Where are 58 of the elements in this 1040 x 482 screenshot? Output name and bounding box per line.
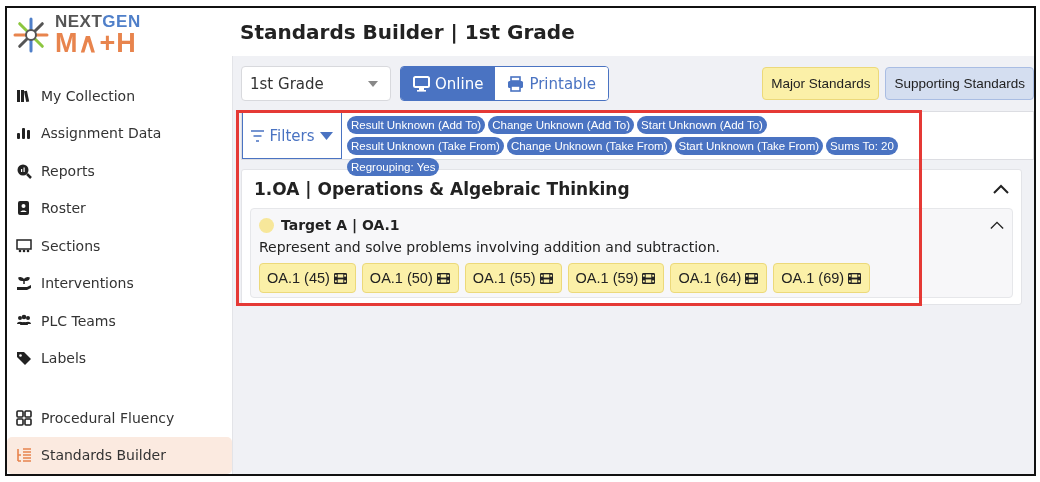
resource-button[interactable]: OA.1 (45) [259,263,356,293]
resource-button[interactable]: OA.1 (59) [567,263,665,293]
sidebar-icon [16,87,32,104]
resource-button[interactable]: OA.1 (50) [361,263,459,293]
sidebar-icon [16,200,32,217]
film-icon [744,271,760,285]
film-icon [847,271,863,285]
filter-chip[interactable]: Change Unknown (Add To) [488,116,635,134]
filter-chip[interactable]: Sums To: 20 [826,137,898,155]
caret-icon [368,80,378,87]
caret-icon [320,129,334,142]
chevron-icon[interactable] [990,220,1004,230]
monitor-icon [413,75,430,92]
filter-chip[interactable]: Start Unknown (Take From) [674,137,824,155]
film-icon [332,271,348,285]
sidebar-icon [16,409,32,426]
filters-button[interactable]: Filters [242,112,342,159]
domain-title: 1.OA | Operations & Algebraic Thinking [254,179,630,199]
sidebar-icon [16,447,32,464]
sidebar-item[interactable]: Interventions [7,264,232,302]
sidebar-item[interactable]: Procedural Fluency [7,399,232,437]
sidebar-item[interactable]: Roster [7,189,232,227]
grade-select[interactable]: 1st Grade [241,66,391,101]
sidebar-item[interactable]: My Collection [7,77,232,115]
view-toggle-button[interactable]: Online [401,67,496,100]
sidebar-icon [16,275,32,292]
sidebar-item[interactable]: Sections [7,227,232,265]
resource-button[interactable]: OA.1 (69) [773,263,871,293]
filter-chip[interactable]: Result Unknown (Add To) [347,116,486,134]
sidebar-item[interactable]: Reports [7,152,232,190]
filter-chip[interactable]: Change Unknown (Take From) [506,137,672,155]
sidebar-icon [16,125,32,142]
chevron-icon[interactable] [993,184,1009,194]
sidebar-item[interactable]: PLC Teams [7,302,232,340]
filter-icon [250,129,264,142]
logo-icon [13,17,49,53]
sidebar-icon [16,350,32,367]
sidebar-icon [16,162,32,179]
legend-tag: Major Standards [762,67,880,100]
sidebar-item[interactable]: Labels [7,339,232,377]
film-icon [641,271,657,285]
page-title: Standards Builder | 1st Grade [239,19,576,46]
view-toggle-button[interactable]: Printable [495,67,608,100]
film-icon [538,271,554,285]
resource-button[interactable]: OA.1 (55) [464,263,562,293]
filter-chip[interactable]: Result Unknown (Take From) [347,137,504,155]
sidebar-item[interactable]: Standards Builder [7,436,232,474]
sidebar-icon [16,237,32,254]
sidebar-item[interactable]: Assignment Data [7,114,232,152]
film-icon [435,271,451,285]
filter-chip[interactable]: Start Unknown (Add To) [637,116,767,134]
resource-button[interactable]: OA.1 (64) [670,263,768,293]
target-description: Represent and solve problems involving addition and subtraction. [259,239,721,255]
logo-text: NEXTGEN M∧+H [55,13,141,57]
filter-chip[interactable]: Regrouping: Yes [347,158,440,176]
legend-tag: Supporting Standards [885,67,1034,100]
target-title: Target A | OA.1 [281,217,401,233]
printer-icon [507,75,525,92]
